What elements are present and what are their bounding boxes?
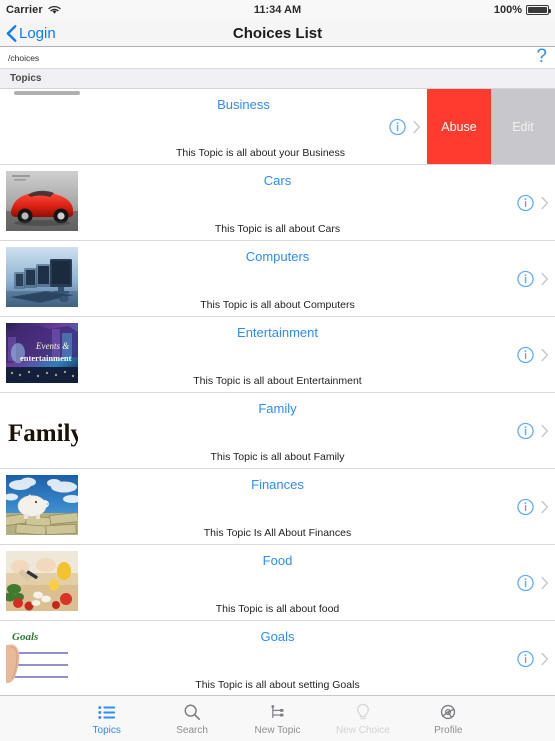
chevron-right-icon (541, 500, 549, 513)
row-accessories (517, 194, 549, 211)
row-content[interactable]: Family This Topic is all about Family (0, 393, 555, 468)
row-title[interactable]: Goals (0, 629, 555, 644)
section-header-label: Topics (10, 73, 42, 84)
info-circle-icon[interactable] (517, 346, 534, 363)
row-subtitle: This Topic Is All About Finances (203, 527, 352, 539)
status-bar-clock: 11:34 AM (253, 4, 302, 16)
tab-search[interactable]: Search (149, 696, 234, 741)
gear-icon (439, 702, 457, 723)
tab-profile-label: Profile (434, 724, 463, 736)
section-header-topics: Topics (0, 69, 555, 89)
row-content[interactable]: Cars This Topic is all about Cars (0, 165, 555, 240)
tab-topics[interactable]: Topics (64, 696, 149, 741)
info-circle-icon[interactable] (389, 118, 406, 135)
row-content[interactable]: Computers This Topic is all about Comput… (0, 241, 555, 316)
row-subtitle: This Topic is all about Family (210, 451, 345, 463)
page-title: Choices List (232, 24, 323, 42)
row-subtitle: This Topic is all about Entertainment (193, 375, 362, 387)
status-bar-right: 100% (493, 4, 551, 16)
row-accessories (517, 270, 549, 287)
table-row[interactable]: Food This Topic is all about food (0, 545, 555, 621)
tab-new-choice[interactable]: New Choice (320, 696, 405, 741)
app-window: Carrier 11:34 AM 100% Login Choices List… (0, 0, 555, 741)
row-subtitle: This Topic is all about setting Goals (195, 679, 360, 691)
chevron-right-icon (541, 652, 549, 665)
row-accessories (517, 346, 549, 363)
breadcrumb-path: /choices (8, 52, 40, 63)
row-accessories (389, 118, 421, 135)
tab-search-label: Search (176, 724, 208, 736)
info-circle-icon[interactable] (517, 194, 534, 211)
row-accessories (517, 422, 549, 439)
help-button[interactable]: ? (536, 47, 547, 66)
tab-new-topic[interactable]: New Topic (235, 696, 320, 741)
info-circle-icon[interactable] (517, 650, 534, 667)
back-button[interactable]: Login (0, 25, 56, 42)
table-row[interactable]: Cars This Topic is all about Cars (0, 165, 555, 241)
row-title[interactable]: Finances (0, 477, 555, 492)
scroll-indicator[interactable] (14, 91, 80, 95)
navigation-bar: Login Choices List (0, 20, 555, 47)
magnifier-icon (183, 702, 201, 723)
row-accessories (517, 650, 549, 667)
row-content[interactable]: Finances This Topic Is All About Finance… (0, 469, 555, 544)
topics-list[interactable]: Business This Topic is all about your Bu… (0, 89, 555, 695)
status-bar: Carrier 11:34 AM 100% (0, 0, 555, 20)
battery-full-icon (526, 5, 551, 15)
row-subtitle: This Topic is all about Computers (200, 299, 355, 311)
row-accessories (517, 498, 549, 515)
chevron-right-icon (541, 196, 549, 209)
row-title[interactable]: Family (0, 401, 555, 416)
lightbulb-icon (355, 702, 371, 723)
table-row[interactable]: Computers This Topic is all about Comput… (0, 241, 555, 317)
chevron-left-icon (6, 24, 17, 42)
edit-button[interactable]: Edit (491, 89, 555, 164)
row-content[interactable]: Entertainment This Topic is all about En… (0, 317, 555, 392)
breadcrumb-bar: /choices ? (0, 47, 555, 69)
row-title[interactable]: Computers (0, 249, 555, 264)
row-accessories (517, 574, 549, 591)
row-subtitle: This Topic is all about food (215, 603, 340, 615)
tab-bar: Topics Search New Topic New Choice Profi… (0, 695, 555, 741)
swipe-action-buttons[interactable]: Abuse Edit (427, 89, 555, 164)
row-content[interactable]: Food This Topic is all about food (0, 545, 555, 620)
report-abuse-button[interactable]: Abuse (427, 89, 491, 164)
chevron-right-icon (541, 348, 549, 361)
table-row[interactable]: Goals 123 Goals This Topic is all about … (0, 621, 555, 695)
tab-new-choice-label: New Choice (335, 724, 390, 736)
info-circle-icon[interactable] (517, 498, 534, 515)
back-button-label: Login (19, 24, 56, 42)
tab-topics-label: Topics (92, 724, 121, 736)
tab-new-topic-label: New Topic (254, 724, 301, 736)
table-row[interactable]: Events & entertainment Entertainment Thi… (0, 317, 555, 393)
battery-percent-label: 100% (493, 4, 522, 16)
chevron-right-icon (541, 576, 549, 589)
chevron-right-icon (413, 120, 421, 133)
info-circle-icon[interactable] (517, 574, 534, 591)
hierarchy-node-icon (269, 702, 286, 723)
info-circle-icon[interactable] (517, 422, 534, 439)
table-row[interactable]: Finances This Topic Is All About Finance… (0, 469, 555, 545)
row-title[interactable]: Cars (0, 173, 555, 188)
chevron-right-icon (541, 424, 549, 437)
chevron-right-icon (541, 272, 549, 285)
row-title[interactable]: Entertainment (0, 325, 555, 340)
row-title[interactable]: Food (0, 553, 555, 568)
table-row[interactable]: Business This Topic is all about your Bu… (0, 89, 555, 165)
info-circle-icon[interactable] (517, 270, 534, 287)
table-row[interactable]: Family Family This Topic is all about Fa… (0, 393, 555, 469)
row-content[interactable]: Goals This Topic is all about setting Go… (0, 621, 555, 695)
tab-profile[interactable]: Profile (406, 696, 491, 741)
bulleted-list-icon (98, 702, 116, 723)
row-subtitle: This Topic is all about Cars (214, 223, 341, 235)
